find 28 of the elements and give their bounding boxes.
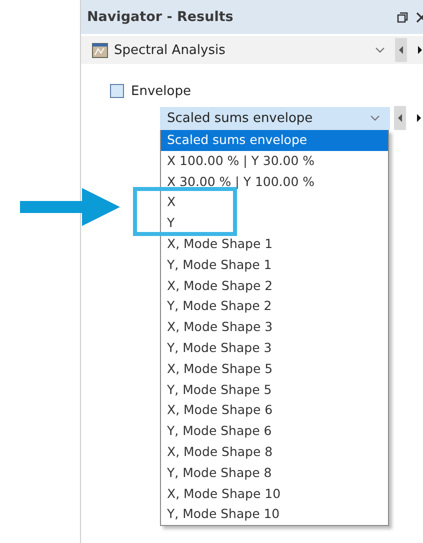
dropdown-option[interactable]: X 100.00 % | Y 30.00 % xyxy=(161,150,388,172)
dropdown-option[interactable]: Y, Mode Shape 8 xyxy=(161,462,388,484)
chevron-down-icon[interactable] xyxy=(370,115,380,121)
pointer-arrow-icon xyxy=(20,188,120,226)
dropdown-option[interactable]: X, Mode Shape 2 xyxy=(161,276,388,296)
dropdown-option[interactable]: Y, Mode Shape 10 xyxy=(161,504,388,526)
dropdown-option[interactable]: X, Mode Shape 5 xyxy=(161,358,388,380)
restore-icon[interactable] xyxy=(397,12,408,22)
dropdown-option[interactable]: X, Mode Shape 10 xyxy=(161,484,388,504)
dropdown-option[interactable]: X xyxy=(161,192,388,214)
dropdown-option[interactable]: Y, Mode Shape 6 xyxy=(161,421,388,442)
combination-dropdown[interactable]: Scaled sums envelope xyxy=(160,106,390,130)
dropdown-option[interactable]: Y, Mode Shape 3 xyxy=(161,338,388,359)
result-type-dropdown[interactable]: Spectral Analysis xyxy=(81,36,423,64)
envelope-checkbox[interactable] xyxy=(110,84,124,98)
dropdown-option[interactable]: X, Mode Shape 3 xyxy=(161,317,388,338)
chevron-down-icon[interactable] xyxy=(375,47,385,53)
dropdown-option[interactable]: Y, Mode Shape 2 xyxy=(161,296,388,318)
dropdown-option[interactable]: X, Mode Shape 1 xyxy=(161,234,388,255)
dropdown-option[interactable]: Y xyxy=(161,213,388,234)
panel-title: Navigator - Results xyxy=(87,9,234,25)
dropdown-option[interactable]: X, Mode Shape 6 xyxy=(161,400,388,422)
spectrum-icon xyxy=(92,42,108,58)
dropdown-option[interactable]: Scaled sums envelope xyxy=(161,130,388,151)
envelope-label: Envelope xyxy=(131,84,191,98)
dropdown-option[interactable]: Y, Mode Shape 1 xyxy=(161,254,388,276)
dropdown-option[interactable]: Y, Mode Shape 5 xyxy=(161,380,388,400)
dropdown-option[interactable]: X, Mode Shape 8 xyxy=(161,442,388,463)
